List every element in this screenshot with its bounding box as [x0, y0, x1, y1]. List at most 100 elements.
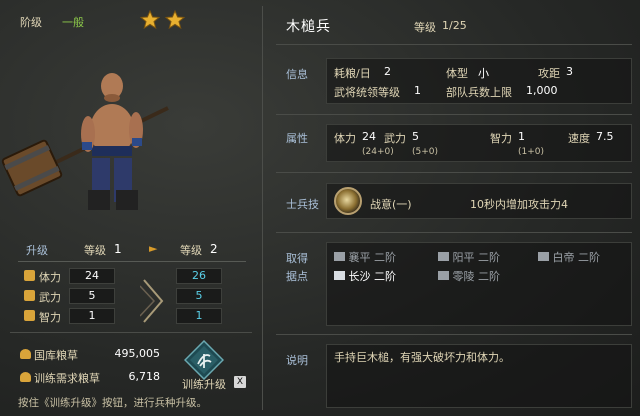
- city-name: 白帝: [552, 251, 575, 264]
- upgrade-title: 升级: [26, 244, 48, 257]
- city-icon: [438, 252, 449, 261]
- city-icon: [334, 252, 345, 261]
- stat-row-intellect: 智力 1 1: [24, 308, 254, 326]
- heart-icon: [24, 270, 35, 281]
- info-value: 2: [384, 65, 391, 78]
- attr-value: 7.5: [596, 130, 614, 143]
- next-level-label: 等级: [180, 244, 202, 257]
- city-icon: [438, 271, 449, 280]
- stat-row-force: 武力 5 5: [24, 288, 254, 306]
- section-title-skill: 士兵技: [286, 198, 319, 211]
- city-tier: 二阶: [478, 270, 500, 283]
- stronghold-item[interactable]: 零陵 二阶: [438, 268, 500, 284]
- next-level-value: 2: [210, 242, 218, 256]
- skill-description: 10秒内增加攻击力4: [470, 198, 568, 211]
- hint-text: 按住《训练升级》按钮，进行兵种升级。: [18, 397, 207, 409]
- current-level-value: 1: [114, 242, 122, 256]
- attr-value: 1: [518, 130, 525, 143]
- attr-breakdown: (1+0): [518, 147, 545, 157]
- grain-icon: [20, 349, 31, 359]
- section-title-description: 说明: [286, 354, 308, 367]
- city-tier: 二阶: [374, 251, 396, 264]
- info-value: 1,000: [526, 84, 558, 97]
- hotkey-badge: X: [234, 376, 246, 388]
- attr-value: 5: [412, 130, 419, 143]
- unit-overview-panel: 阶级 一般 升级 等级 1 ► 等级 2 体力 24 26 武力 5 5 智力 …: [0, 0, 262, 416]
- city-icon: [334, 271, 345, 280]
- city-tier: 二阶: [478, 251, 500, 264]
- info-label: 部队兵数上限: [446, 86, 512, 99]
- info-value: 小: [478, 67, 489, 80]
- stronghold-item[interactable]: 白帝 二阶: [538, 249, 600, 265]
- star-icon: [139, 9, 161, 30]
- resource-value: 495,005: [114, 347, 161, 360]
- resource-row-treasury: 国库粮草 495,005: [20, 347, 161, 362]
- resource-value: 6,718: [128, 370, 161, 383]
- chevron-right-icon: [140, 279, 164, 323]
- attr-label: 体力: [334, 132, 356, 145]
- section-title-info: 信息: [286, 68, 308, 81]
- stronghold-item[interactable]: 襄平 二阶: [334, 249, 396, 265]
- attr-label: 速度: [568, 132, 590, 145]
- divider: [276, 114, 632, 115]
- stronghold-item[interactable]: 阳平 二阶: [438, 249, 500, 265]
- info-label: 耗粮/日: [334, 67, 371, 80]
- stat-row-stamina: 体力 24 26: [24, 268, 254, 286]
- stronghold-item[interactable]: 长沙 二阶: [334, 268, 396, 284]
- attr-breakdown: (5+0): [412, 147, 439, 157]
- upgrade-level-row: 升级 等级 1 ► 等级 2: [18, 240, 248, 260]
- info-value: 3: [566, 65, 573, 78]
- city-name: 零陵: [452, 270, 475, 283]
- divider: [276, 172, 632, 173]
- city-name: 阳平: [452, 251, 475, 264]
- stat-next-value: 1: [176, 308, 222, 324]
- grain-icon: [20, 372, 31, 382]
- stat-current-value: 24: [69, 268, 115, 284]
- skill-icon[interactable]: [334, 187, 362, 215]
- attr-breakdown: (24+0): [362, 147, 394, 157]
- city-tier: 二阶: [578, 251, 600, 264]
- divider: [18, 261, 246, 262]
- city-tier: 二阶: [374, 270, 396, 283]
- resource-name: 国库粮草: [34, 349, 78, 362]
- tier-label: 阶级: [20, 16, 42, 29]
- description-text: 手持巨木槌，有强大破坏力和体力。: [334, 351, 510, 364]
- arrow-right-icon: ►: [149, 242, 158, 255]
- unit-portrait: [1, 73, 169, 210]
- city-name: 长沙: [348, 270, 371, 283]
- city-name: 襄平: [348, 251, 371, 264]
- info-label: 攻距: [538, 67, 560, 80]
- stat-name: 体力: [39, 271, 61, 284]
- resource-row-training-cost: 训练需求粮草 6,718: [20, 370, 161, 385]
- stat-next-value: 26: [176, 268, 222, 284]
- stat-name: 智力: [39, 311, 61, 324]
- level-label: 等级: [414, 21, 436, 34]
- stat-current-value: 5: [69, 288, 115, 304]
- stat-next-value: 5: [176, 288, 222, 304]
- attr-label: 智力: [490, 132, 512, 145]
- info-value: 1: [414, 84, 421, 97]
- train-upgrade-button[interactable]: [184, 340, 224, 380]
- unit-name: 木槌兵: [286, 19, 331, 35]
- divider: [276, 334, 632, 335]
- section-title-attributes: 属性: [286, 132, 308, 145]
- divider: [276, 232, 632, 233]
- tier-value: 一般: [62, 16, 84, 29]
- level-value: 1/25: [442, 19, 467, 32]
- current-level-label: 等级: [84, 244, 106, 257]
- city-icon: [538, 252, 549, 261]
- attr-label: 武力: [384, 132, 406, 145]
- skill-name: 战意(一): [370, 198, 412, 211]
- brain-icon: [24, 310, 35, 321]
- section-title-acquire: 取得: [286, 252, 308, 265]
- train-upgrade-label[interactable]: 训练升级: [182, 376, 226, 392]
- section-title-stronghold: 据点: [286, 270, 308, 283]
- star-icon: [164, 9, 186, 30]
- resource-name: 训练需求粮草: [34, 372, 100, 385]
- attr-value: 24: [362, 130, 376, 143]
- fist-icon: [24, 290, 35, 301]
- stat-name: 武力: [39, 291, 61, 304]
- stat-current-value: 1: [69, 308, 115, 324]
- info-label: 武将统领等级: [334, 86, 400, 99]
- divider: [10, 332, 252, 333]
